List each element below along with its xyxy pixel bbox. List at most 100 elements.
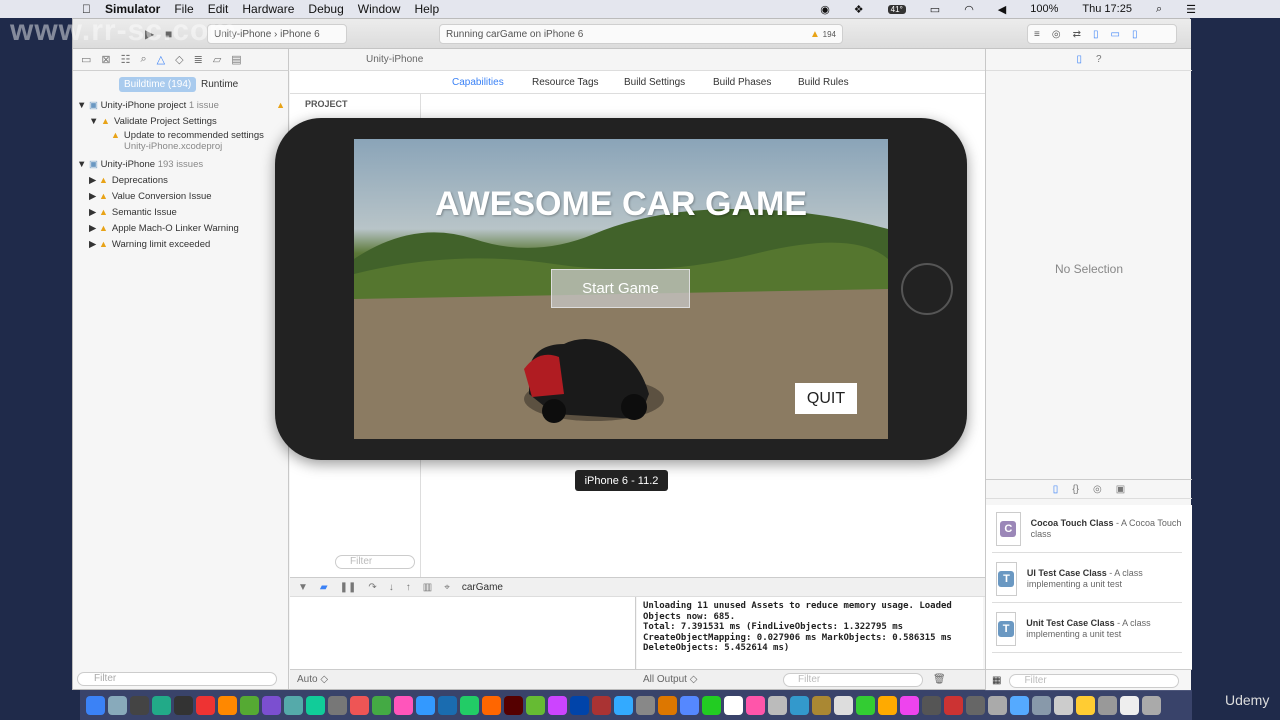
library-filter[interactable]: Filter	[1009, 673, 1180, 688]
test-icon[interactable]: ◇	[175, 53, 183, 66]
home-button[interactable]	[901, 263, 953, 315]
breakpoints-icon[interactable]: ▰	[320, 582, 328, 593]
tab-build-rules[interactable]: Build Rules	[798, 77, 849, 88]
dock-app-icon[interactable]	[1142, 695, 1161, 715]
folder-icon[interactable]: ▭	[81, 53, 91, 66]
tab-build-phases[interactable]: Build Phases	[713, 77, 771, 88]
dock-app-icon[interactable]	[724, 695, 743, 715]
dock-app-icon[interactable]	[1032, 695, 1051, 715]
dock-app-icon[interactable]	[394, 695, 413, 715]
volume-icon[interactable]: ◀	[998, 3, 1006, 16]
spotlight-icon[interactable]: ⌕	[1156, 3, 1162, 16]
pause-icon[interactable]: ❚❚	[340, 582, 357, 593]
dock-app-icon[interactable]	[372, 695, 391, 715]
list-item[interactable]: ▶ ▲ Deprecations	[89, 172, 168, 188]
standard-editor-icon[interactable]: ≡	[1034, 29, 1040, 40]
hide-debug-icon[interactable]: ▼	[298, 582, 308, 593]
dock-app-icon[interactable]	[240, 695, 259, 715]
dropbox-icon[interactable]: ❖	[854, 3, 864, 16]
dock-app-icon[interactable]	[702, 695, 721, 715]
dock-app-icon[interactable]	[856, 695, 875, 715]
dock-app-icon[interactable]	[460, 695, 479, 715]
tab-build-settings[interactable]: Build Settings	[624, 77, 685, 88]
list-item[interactable]: ▼ ▣ Unity-iPhone project 1 issue ▲	[77, 97, 289, 113]
dock-app-icon[interactable]	[1098, 695, 1117, 715]
view-hierarchy-icon[interactable]: ▥	[423, 582, 432, 593]
dock-app-icon[interactable]	[526, 695, 545, 715]
dock-app-icon[interactable]	[548, 695, 567, 715]
navigator-filter[interactable]: Filter	[77, 672, 277, 686]
dock-app-icon[interactable]	[86, 695, 105, 715]
dock-app-icon[interactable]	[350, 695, 369, 715]
dock-app-icon[interactable]	[482, 695, 501, 715]
symbol-icon[interactable]: ☷	[121, 53, 131, 66]
debug-icon[interactable]: ≣	[194, 53, 203, 66]
source-control-icon[interactable]: ⊠	[101, 53, 110, 66]
airplay-icon[interactable]: ▭	[930, 3, 940, 16]
clock[interactable]: Thu 17:25	[1082, 3, 1132, 15]
dock-app-icon[interactable]	[284, 695, 303, 715]
dock-app-icon[interactable]	[416, 695, 435, 715]
step-in-icon[interactable]: ↓	[389, 582, 394, 593]
dock-app-icon[interactable]	[328, 695, 347, 715]
record-icon[interactable]: ◉	[820, 3, 830, 16]
dock-app-icon[interactable]	[570, 695, 589, 715]
dock-app-icon[interactable]	[1054, 695, 1073, 715]
dock-app-icon[interactable]	[988, 695, 1007, 715]
dock-app-icon[interactable]	[900, 695, 919, 715]
dock-app-icon[interactable]	[306, 695, 325, 715]
battery-percent[interactable]: 100%	[1030, 3, 1058, 15]
list-item[interactable]: ▶ ▲ Apple Mach-O Linker Warning	[89, 220, 239, 236]
media-library-icon[interactable]: ▣	[1116, 484, 1125, 495]
dock-app-icon[interactable]	[680, 695, 699, 715]
output-selector[interactable]: All Output ◇	[643, 674, 697, 685]
issue-icon[interactable]: △	[157, 53, 165, 66]
notification-icon[interactable]: ☰	[1186, 3, 1196, 16]
object-library-icon[interactable]: ◎	[1093, 484, 1102, 495]
list-item[interactable]: ▶ ▲ Value Conversion Issue	[89, 188, 212, 204]
dock-app-icon[interactable]	[152, 695, 171, 715]
file-inspector-icon[interactable]: ▯	[1076, 54, 1082, 65]
trash-icon[interactable]: 🗑	[933, 674, 946, 685]
dock-app-icon[interactable]	[438, 695, 457, 715]
location-icon[interactable]: ⌖	[444, 582, 450, 593]
console-output[interactable]: Unloading 11 unused Assets to reduce mem…	[637, 597, 983, 669]
temperature-badge[interactable]: 41°	[887, 4, 906, 14]
template-item[interactable]: T Unit Test Case Class - A class implemen…	[992, 605, 1182, 653]
dock-app-icon[interactable]	[944, 695, 963, 715]
template-item[interactable]: T UI Test Case Class - A class implementi…	[992, 555, 1182, 603]
dock-app-icon[interactable]	[658, 695, 677, 715]
wifi-icon[interactable]: ◠	[964, 3, 974, 16]
dock-app-icon[interactable]	[196, 695, 215, 715]
menu-window[interactable]: Window	[358, 2, 401, 16]
dock-app-icon[interactable]	[130, 695, 149, 715]
version-editor-icon[interactable]: ⇄	[1073, 29, 1081, 40]
dock-app-icon[interactable]	[768, 695, 787, 715]
assistant-editor-icon[interactable]: ◎	[1052, 29, 1061, 40]
code-snippet-icon[interactable]: {}	[1072, 484, 1079, 495]
auto-selector[interactable]: Auto ◇	[297, 674, 328, 685]
list-item[interactable]: ▼ ▲ Validate Project Settings	[89, 113, 217, 129]
list-item[interactable]: ▶ ▲ Warning limit exceeded	[89, 236, 210, 252]
tab-buildtime[interactable]: Buildtime (194)	[119, 77, 197, 92]
console-filter[interactable]: Filter	[783, 672, 923, 687]
dock-app-icon[interactable]	[108, 695, 127, 715]
dock-app-icon[interactable]	[504, 695, 523, 715]
dock-app-icon[interactable]	[636, 695, 655, 715]
breakpoint-icon[interactable]: ▱	[213, 53, 221, 66]
tab-runtime[interactable]: Runtime	[201, 79, 238, 90]
dock-app-icon[interactable]	[218, 695, 237, 715]
step-over-icon[interactable]: ↷	[368, 582, 376, 593]
dock-app-icon[interactable]	[812, 695, 831, 715]
step-out-icon[interactable]: ↑	[406, 582, 411, 593]
dock-app-icon[interactable]	[834, 695, 853, 715]
report-icon[interactable]: ▤	[231, 53, 241, 66]
menu-help[interactable]: Help	[414, 2, 439, 16]
template-item[interactable]: C Cocoa Touch Class - A Cocoa Touch class	[992, 505, 1182, 553]
menu-hardware[interactable]: Hardware	[242, 2, 294, 16]
list-item[interactable]: ▶ ▲ Semantic Issue	[89, 204, 177, 220]
tab-resource-tags[interactable]: Resource Tags	[532, 77, 599, 88]
target-filter[interactable]: Filter	[335, 555, 415, 569]
breadcrumb[interactable]: Unity-iPhone	[366, 54, 423, 65]
dock-app-icon[interactable]	[592, 695, 611, 715]
